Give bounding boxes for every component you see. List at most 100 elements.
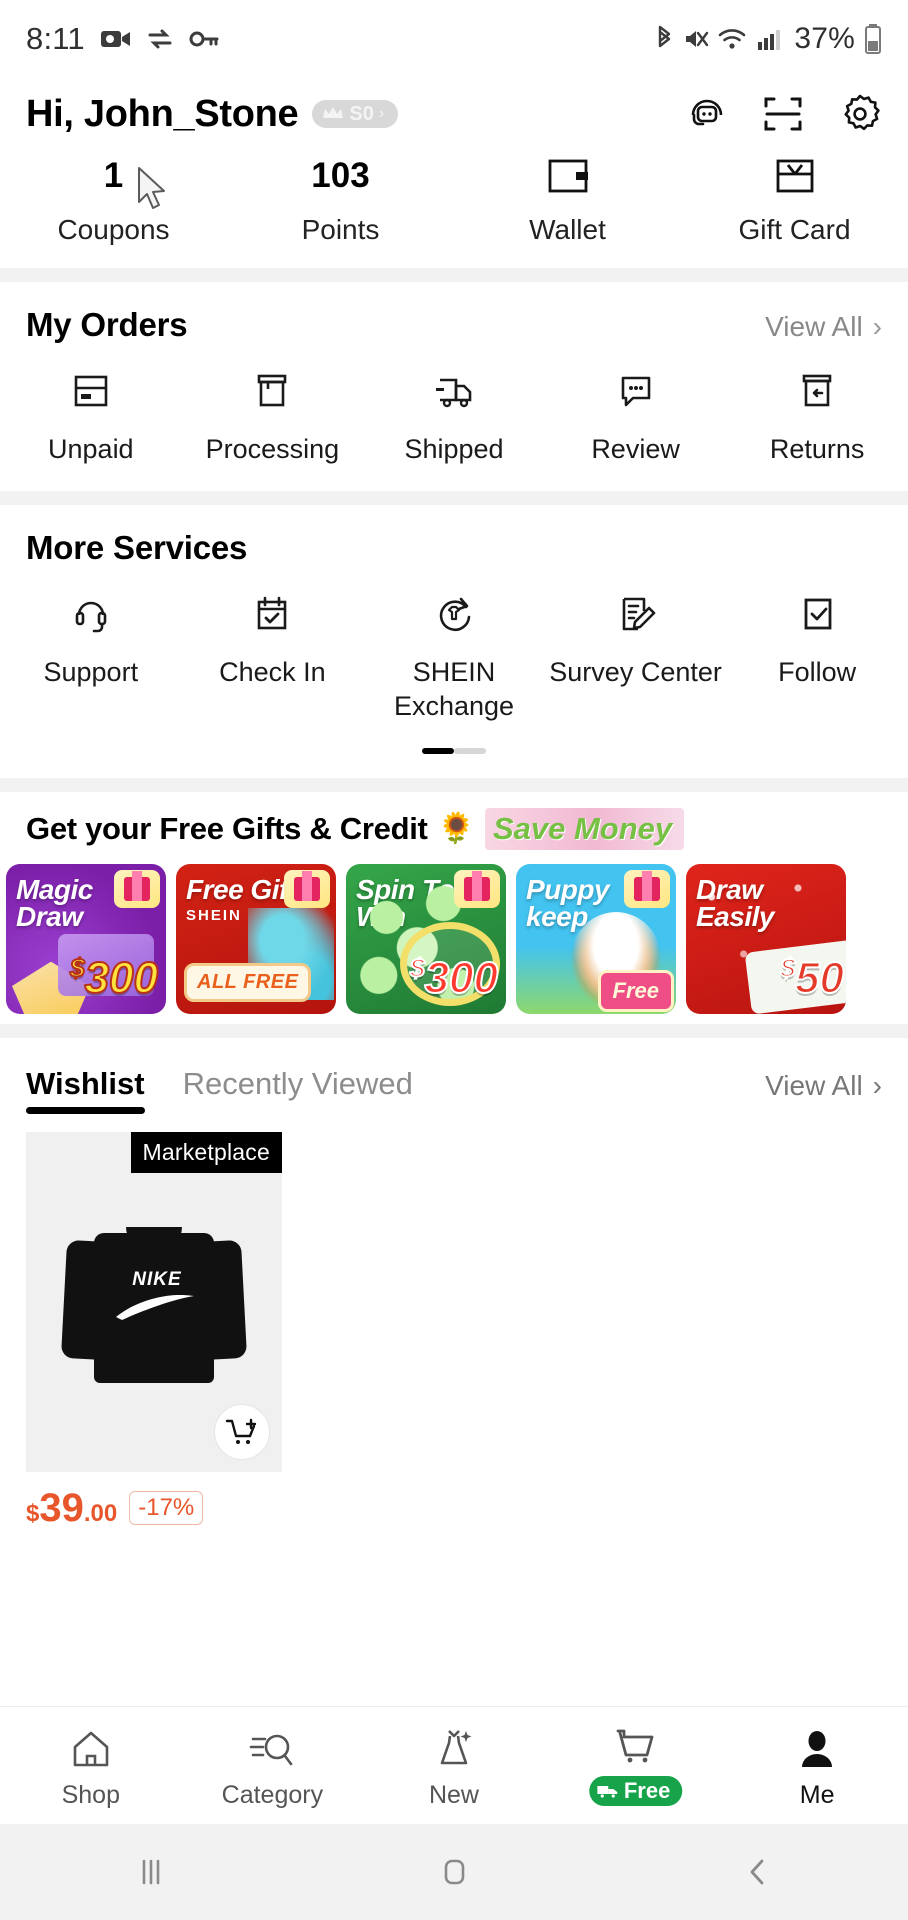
order-item-processing-label: Processing xyxy=(205,434,340,464)
services-page-indicator xyxy=(0,738,908,768)
account-header: Hi, John_Stone S0 › xyxy=(0,78,908,144)
product-sweatshirt-graphic: NIKE xyxy=(60,1217,248,1387)
more-services-section: More Services Support Check In SHEIN Exc… xyxy=(0,504,908,778)
promo-card-draw-easily[interactable]: Draw Easily $50 xyxy=(686,863,846,1014)
stat-wallet[interactable]: Wallet xyxy=(454,154,681,246)
vip-level-badge[interactable]: S0 › xyxy=(312,100,399,128)
key-icon xyxy=(189,29,219,49)
new-dress-icon xyxy=(431,1721,477,1771)
wishlist-product-grid: Marketplace NIKE $39.00 -17% xyxy=(0,1114,908,1531)
chevron-right-icon: › xyxy=(872,311,882,342)
service-item-follow[interactable]: Follow xyxy=(726,591,908,724)
service-item-check-in[interactable]: Check In xyxy=(182,591,364,724)
service-item-support-label: Support xyxy=(43,656,139,687)
processing-box-icon xyxy=(250,368,294,414)
more-services-title: More Services xyxy=(26,528,248,566)
cart-free-badge: Free xyxy=(588,1776,683,1806)
wishlist-tabs: Wishlist Recently Viewed View All › xyxy=(0,1048,908,1114)
promo-card-free-gifts[interactable]: Free Gifts SHEIN ALL FREE xyxy=(176,863,336,1014)
promo-card-cta: ALL FREE xyxy=(184,962,312,1002)
home-square-icon[interactable] xyxy=(354,1855,554,1889)
settings-gear-icon[interactable] xyxy=(838,92,882,136)
product-card[interactable]: Marketplace NIKE $39.00 -17% xyxy=(26,1131,282,1531)
tab-recently-viewed[interactable]: Recently Viewed xyxy=(183,1066,413,1114)
nav-item-cart[interactable]: Free Cart xyxy=(545,1721,727,1810)
nav-item-new[interactable]: New xyxy=(363,1721,545,1810)
category-search-icon xyxy=(247,1721,297,1771)
order-item-review-label: Review xyxy=(591,434,680,464)
status-time: 8:11 xyxy=(26,21,85,56)
more-services-header: More Services xyxy=(0,505,908,573)
promo-card-spin-to-win[interactable]: Spin To Win $300 xyxy=(346,863,506,1014)
cart-icon xyxy=(610,1721,662,1771)
more-services-items: Support Check In SHEIN Exchange Survey C… xyxy=(0,573,908,738)
promo-card-amount: $50 xyxy=(780,952,845,1004)
cart-free-badge-label: Free xyxy=(623,1778,671,1803)
section-divider-4 xyxy=(0,1023,908,1038)
promo-card-puppy-keep[interactable]: Puppy keep Free xyxy=(516,863,676,1014)
wishlist-view-all-label: View All xyxy=(765,1069,863,1101)
service-item-shein-exchange[interactable]: SHEIN Exchange xyxy=(363,591,545,724)
service-item-shein-exchange-label: SHEIN Exchange xyxy=(393,656,515,722)
section-divider-3 xyxy=(0,777,908,792)
my-orders-header: My Orders View All › xyxy=(0,282,908,350)
cart-plus-icon[interactable] xyxy=(214,1403,270,1460)
crown-icon xyxy=(322,104,344,124)
scan-icon[interactable] xyxy=(762,93,804,135)
order-item-shipped[interactable]: Shipped xyxy=(363,368,545,467)
status-bar-right: 37% xyxy=(654,22,882,56)
nav-item-shop[interactable]: Shop xyxy=(0,1721,182,1810)
bottom-navigation: Shop Category New Free Me xyxy=(0,1706,908,1824)
my-orders-view-all-label: View All xyxy=(765,311,863,342)
gift-icon xyxy=(624,869,670,908)
tab-wishlist[interactable]: Wishlist xyxy=(26,1066,145,1114)
order-item-returns-label: Returns xyxy=(769,434,865,464)
promo-card-amount: $300 xyxy=(69,952,159,1004)
back-icon[interactable] xyxy=(657,1855,857,1889)
camera-icon xyxy=(100,28,131,50)
service-item-support[interactable]: Support xyxy=(0,591,182,724)
my-orders-view-all[interactable]: View All › xyxy=(765,311,882,343)
nav-item-category[interactable]: Category xyxy=(182,1721,364,1810)
gift-icon xyxy=(454,869,500,908)
review-bubble-icon xyxy=(614,368,658,414)
order-item-processing[interactable]: Processing xyxy=(182,368,364,467)
my-orders-items: Unpaid Processing Shipped Review Returns xyxy=(0,350,908,481)
customer-service-icon[interactable] xyxy=(686,93,728,135)
promo-card-amount: $300 xyxy=(409,952,499,1004)
order-item-unpaid-label: Unpaid xyxy=(48,434,134,464)
promo-card-magic-draw[interactable]: Magic Draw $300 xyxy=(6,863,166,1014)
promo-card-cta: Free xyxy=(597,969,674,1012)
nav-item-category-label: Category xyxy=(221,1781,324,1809)
nav-item-me-label: Me xyxy=(799,1781,835,1809)
nav-item-me[interactable]: Me xyxy=(726,1721,908,1810)
order-item-shipped-label: Shipped xyxy=(404,434,504,464)
order-item-review[interactable]: Review xyxy=(545,368,727,467)
recents-icon[interactable] xyxy=(51,1855,251,1889)
battery-icon xyxy=(864,24,882,54)
cellular-signal-icon xyxy=(757,27,781,51)
order-item-returns[interactable]: Returns xyxy=(726,368,908,467)
account-stats-row: 1 Coupons 103 Points Wallet Gift Card xyxy=(0,144,908,268)
status-bar: 8:11 37% xyxy=(0,0,908,78)
chevron-right-icon: › xyxy=(872,1069,882,1101)
stat-coupons[interactable]: 1 Coupons xyxy=(0,154,227,246)
flower-icon: 🌻 xyxy=(437,812,475,846)
headset-icon xyxy=(69,591,113,637)
vip-level-label: S0 xyxy=(349,103,374,125)
wishlist-view-all[interactable]: View All › xyxy=(765,1070,882,1114)
shipped-truck-icon xyxy=(430,368,478,414)
gift-icon xyxy=(114,869,160,908)
order-item-unpaid[interactable]: Unpaid xyxy=(0,368,182,467)
product-image[interactable]: Marketplace NIKE xyxy=(26,1131,282,1472)
points-value: 103 xyxy=(311,156,370,195)
promo-card-carousel[interactable]: Magic Draw $300 Free Gifts SHEIN ALL FRE… xyxy=(0,863,908,1024)
service-item-survey-center[interactable]: Survey Center xyxy=(545,591,727,724)
survey-pencil-icon xyxy=(613,591,659,637)
stat-points[interactable]: 103 Points xyxy=(227,154,454,246)
stat-gift-card[interactable]: Gift Card xyxy=(681,154,908,246)
bluetooth-icon xyxy=(654,25,674,53)
unpaid-card-icon xyxy=(69,368,113,414)
my-orders-title: My Orders xyxy=(26,306,188,343)
service-item-check-in-label: Check In xyxy=(219,656,326,687)
